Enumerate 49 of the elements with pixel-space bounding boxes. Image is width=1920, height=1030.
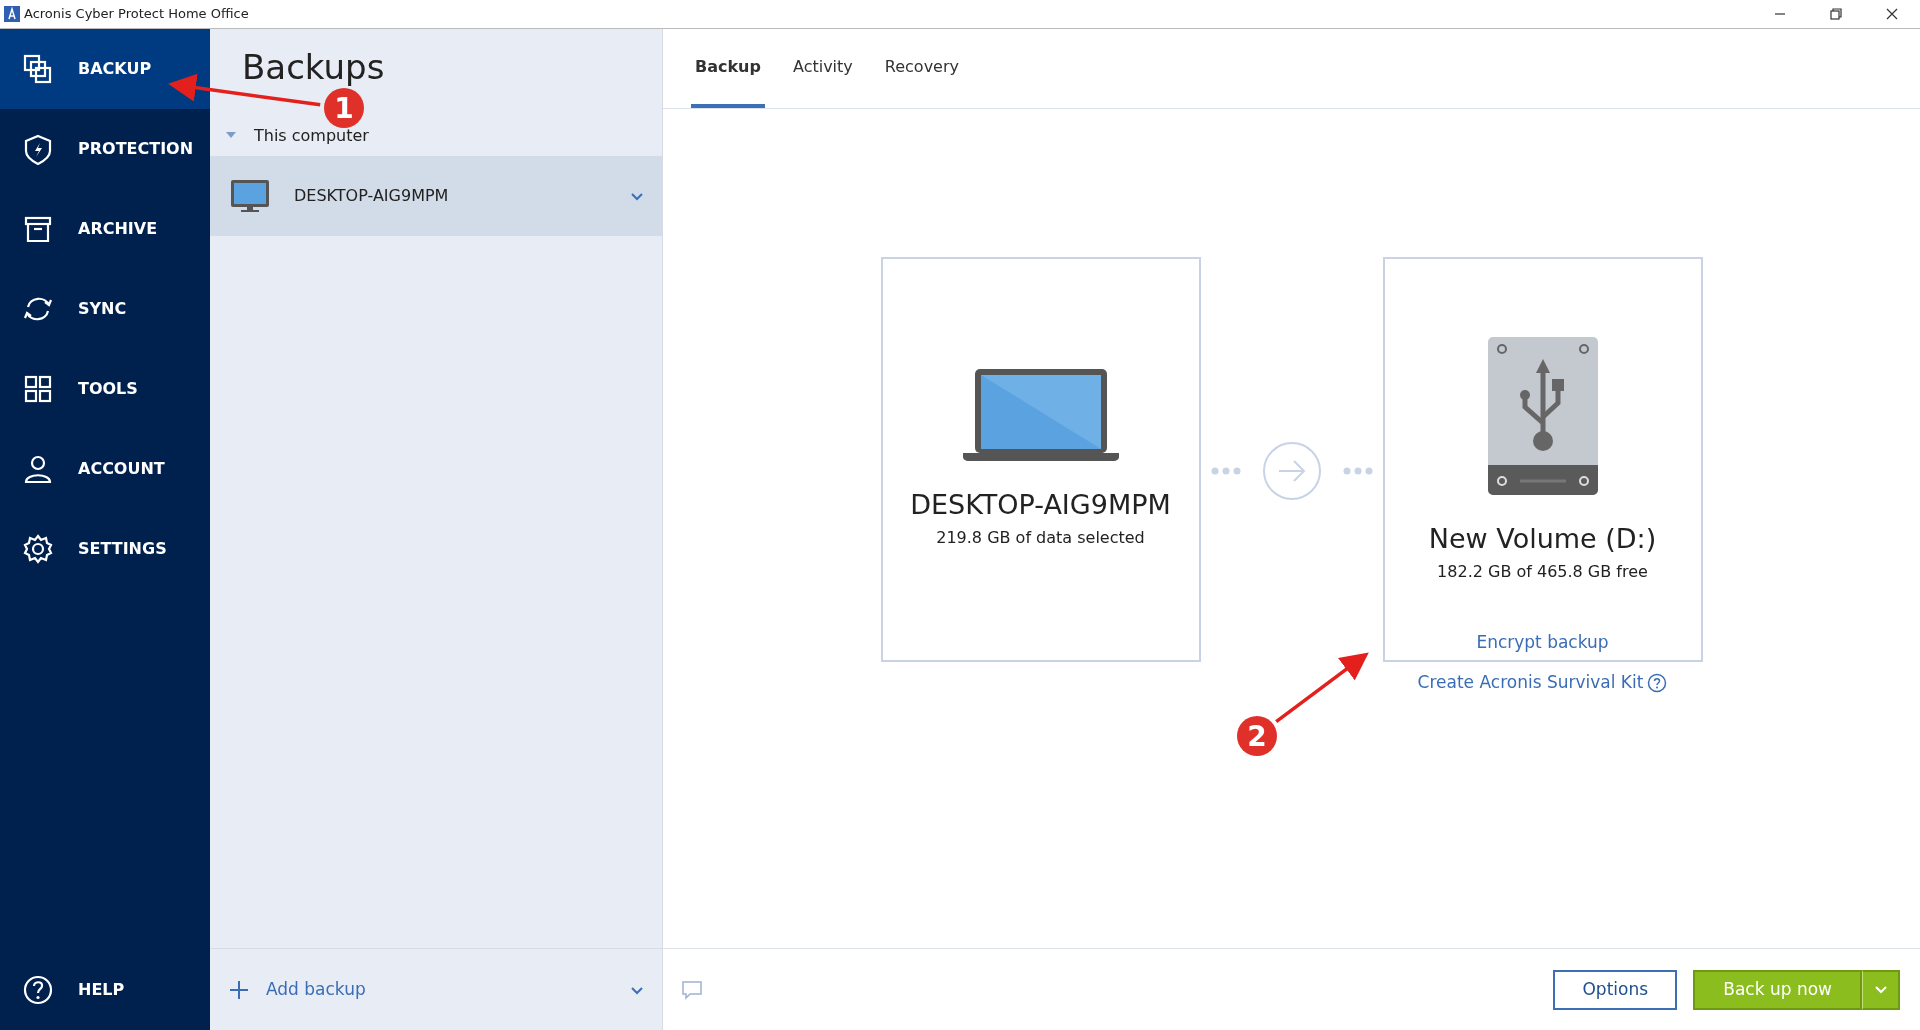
help-icon bbox=[1647, 672, 1668, 693]
tab[interactable]: Recovery bbox=[880, 29, 963, 108]
source-tile[interactable]: DESKTOP-AIG9MPM 219.8 GB of data selected bbox=[880, 257, 1201, 662]
annotation-number: 2 bbox=[1247, 720, 1267, 753]
annotation-marker bbox=[324, 88, 364, 128]
minimize-icon bbox=[1775, 13, 1785, 15]
add-backup-link[interactable]: Add backup bbox=[228, 976, 630, 1003]
sidebar-item[interactable]: TOOLS bbox=[0, 349, 210, 429]
chat-bubble-icon bbox=[681, 979, 703, 1000]
chevron-down-icon bbox=[630, 190, 644, 203]
destination-name: New Volume (D:) bbox=[1428, 522, 1657, 556]
grid-icon bbox=[22, 373, 54, 405]
plus-icon bbox=[228, 978, 250, 1001]
tab[interactable]: Activity bbox=[788, 29, 857, 108]
backup-name: DESKTOP-AIG9MPM bbox=[294, 185, 450, 208]
restore-icon bbox=[1830, 8, 1842, 20]
source-detail: 219.8 GB of data selected bbox=[936, 526, 1145, 549]
sidebar-item[interactable]: SETTINGS bbox=[0, 509, 210, 589]
usb-drive-icon bbox=[1487, 337, 1598, 495]
sidebar-item[interactable]: BACKUP bbox=[0, 29, 210, 109]
annotation-number: 1 bbox=[334, 92, 354, 125]
help-item[interactable]: HELP bbox=[0, 950, 210, 1030]
tab[interactable]: Backup bbox=[691, 29, 765, 108]
laptop-icon bbox=[962, 367, 1119, 461]
survival-kit-link[interactable]: Create Acronis Survival Kit bbox=[1417, 670, 1644, 696]
destination-detail: 182.2 GB of 465.8 GB free bbox=[1437, 560, 1648, 583]
source-name: DESKTOP-AIG9MPM bbox=[910, 488, 1171, 522]
backup-item[interactable]: DESKTOP-AIG9MPM bbox=[210, 156, 662, 237]
help-icon bbox=[22, 974, 54, 1006]
settings-icon bbox=[22, 533, 54, 565]
sidebar-item[interactable]: PROTECTION bbox=[0, 109, 210, 189]
close-icon bbox=[1886, 8, 1898, 20]
app-logo-icon bbox=[4, 6, 20, 22]
sidebar-item[interactable]: ARCHIVE bbox=[0, 189, 210, 269]
window-title: Acronis Cyber Protect Home Office bbox=[24, 5, 249, 24]
sidebar-item[interactable]: SYNC bbox=[0, 269, 210, 349]
shield-icon bbox=[22, 133, 54, 165]
encrypt-backup-link[interactable]: Encrypt backup bbox=[1476, 629, 1609, 655]
panel-title: Backups bbox=[242, 49, 385, 87]
sidebar-item[interactable]: ACCOUNT bbox=[0, 429, 210, 509]
group-label: This computer bbox=[254, 125, 369, 148]
person-icon bbox=[22, 453, 54, 485]
annotation-marker bbox=[1237, 716, 1277, 756]
monitor-icon bbox=[230, 179, 270, 214]
backup-icon bbox=[22, 53, 54, 85]
dropdown-button[interactable] bbox=[1862, 969, 1900, 1010]
destination-tile[interactable]: New Volume (D:) 182.2 GB of 465.8 GB free Encrypt backup bbox=[1382, 257, 1703, 662]
options-button[interactable]: Options bbox=[1553, 969, 1678, 1010]
chevron-down-icon bbox=[1873, 984, 1888, 996]
